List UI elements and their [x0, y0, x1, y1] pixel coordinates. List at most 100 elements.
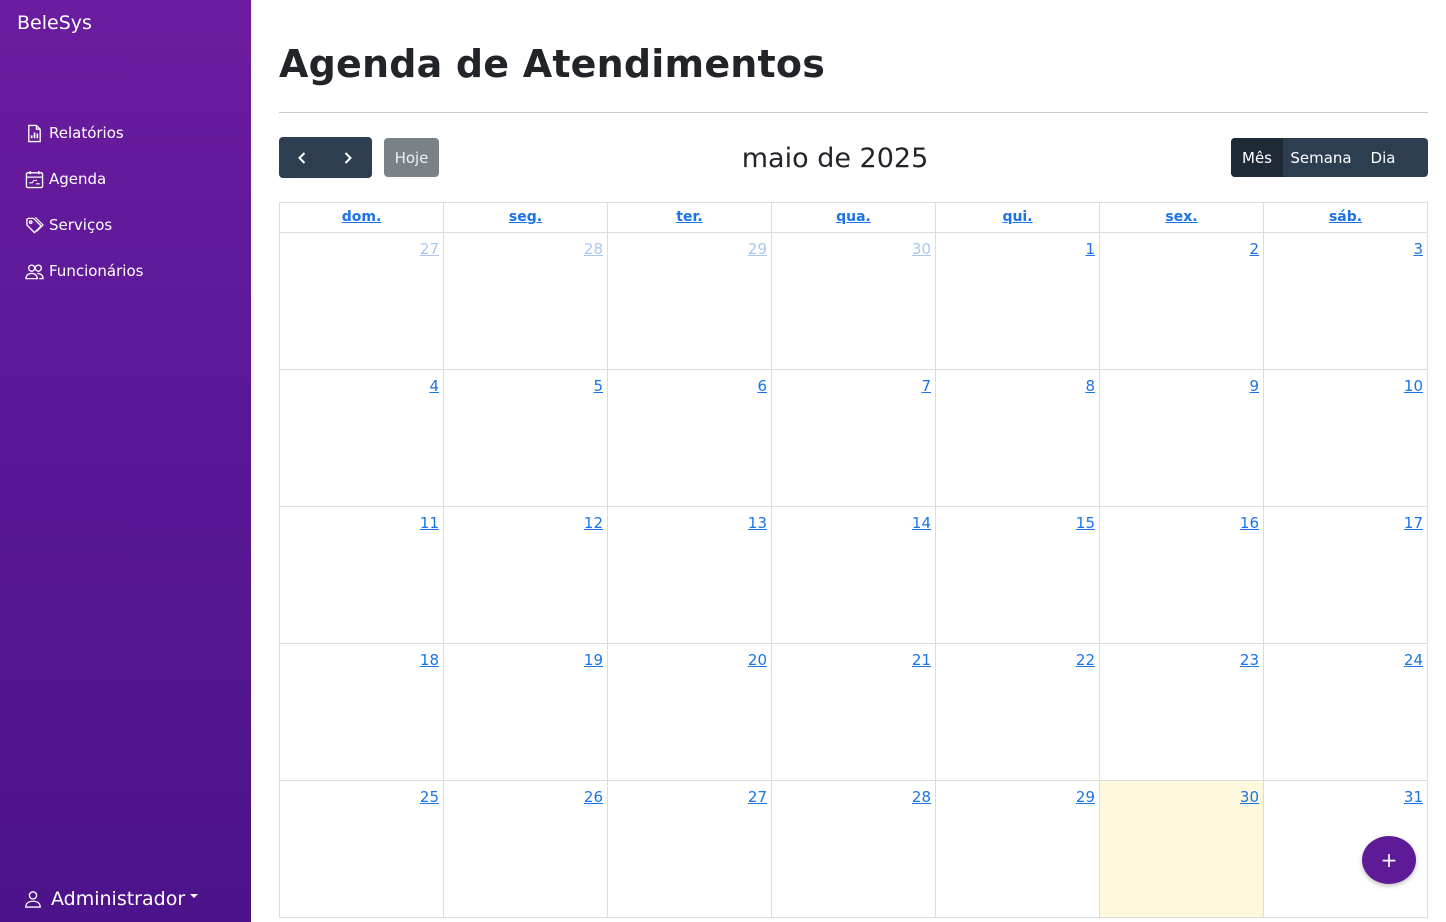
day-number-link[interactable]: 2 [1249, 240, 1259, 258]
day-number-link[interactable]: 19 [584, 651, 603, 669]
day-number-link[interactable]: 8 [1085, 377, 1095, 395]
calendar-day[interactable]: 6 [608, 370, 772, 507]
calendar-day[interactable]: 8 [936, 370, 1100, 507]
calendar-icon [25, 170, 44, 188]
day-number-link[interactable]: 26 [584, 788, 603, 806]
weekday-header[interactable]: seg. [444, 203, 608, 233]
day-number-link[interactable]: 14 [912, 514, 931, 532]
add-appointment-button[interactable]: + [1362, 836, 1416, 884]
day-number-link[interactable]: 18 [420, 651, 439, 669]
calendar-day[interactable]: 9 [1100, 370, 1264, 507]
calendar-day[interactable]: 27 [280, 233, 444, 370]
calendar-day[interactable]: 19 [444, 644, 608, 781]
view-day-button[interactable]: Dia [1359, 138, 1407, 177]
calendar-day[interactable]: 27 [608, 781, 772, 918]
sidebar-item-label: Serviços [49, 216, 113, 234]
calendar-day[interactable]: 26 [444, 781, 608, 918]
brand-logo[interactable]: BeleSys [17, 12, 92, 34]
day-number-link[interactable]: 20 [748, 651, 767, 669]
calendar-day[interactable]: 29 [608, 233, 772, 370]
calendar-day[interactable]: 23 [1100, 644, 1264, 781]
day-number-link[interactable]: 27 [420, 240, 439, 258]
view-week-button[interactable]: Semana [1283, 138, 1359, 177]
sidebar-item-servicos[interactable]: Serviços [0, 202, 251, 248]
weekday-header[interactable]: sáb. [1264, 203, 1428, 233]
sidebar-nav: Relatórios Agenda Serviços Funcionários [0, 110, 251, 294]
day-number-link[interactable]: 24 [1404, 651, 1423, 669]
day-number-link[interactable]: 28 [912, 788, 931, 806]
weekday-header-row: dom. seg. ter. qua. qui. sex. sáb. [280, 203, 1428, 233]
day-number-link[interactable]: 29 [1076, 788, 1095, 806]
report-icon [28, 124, 41, 142]
calendar-day[interactable]: 10 [1264, 370, 1428, 507]
calendar-week-row: 25 26 27 28 29 30 31 [280, 781, 1428, 918]
calendar-day[interactable]: 16 [1100, 507, 1264, 644]
day-number-link[interactable]: 30 [912, 240, 931, 258]
calendar-day[interactable]: 29 [936, 781, 1100, 918]
day-number-link[interactable]: 13 [748, 514, 767, 532]
calendar-day[interactable]: 1 [936, 233, 1100, 370]
calendar-day[interactable]: 28 [444, 233, 608, 370]
calendar-day[interactable]: 5 [444, 370, 608, 507]
calendar-day[interactable]: 13 [608, 507, 772, 644]
day-number-link[interactable]: 10 [1404, 377, 1423, 395]
day-number-link[interactable]: 4 [429, 377, 439, 395]
sidebar-item-agenda[interactable]: Agenda [0, 156, 251, 202]
day-number-link[interactable]: 6 [757, 377, 767, 395]
view-month-button[interactable]: Mês [1231, 138, 1283, 177]
calendar-week-row: 18 19 20 21 22 23 24 [280, 644, 1428, 781]
calendar-day[interactable]: 15 [936, 507, 1100, 644]
weekday-header[interactable]: qua. [772, 203, 936, 233]
day-number-link[interactable]: 28 [584, 240, 603, 258]
day-number-link[interactable]: 16 [1240, 514, 1259, 532]
calendar-day-today[interactable]: 30 [1100, 781, 1264, 918]
weekday-header[interactable]: sex. [1100, 203, 1264, 233]
sidebar-item-label: Relatórios [49, 124, 124, 142]
day-number-link[interactable]: 7 [921, 377, 931, 395]
calendar-title: maio de 2025 [741, 143, 929, 174]
sidebar-item-funcionarios[interactable]: Funcionários [0, 248, 251, 294]
view-switcher: Mês Semana Dia [1231, 138, 1428, 177]
sidebar-item-relatorios[interactable]: Relatórios [0, 110, 251, 156]
day-number-link[interactable]: 17 [1404, 514, 1423, 532]
day-number-link[interactable]: 21 [912, 651, 931, 669]
calendar-day[interactable]: 20 [608, 644, 772, 781]
calendar-day[interactable]: 21 [772, 644, 936, 781]
weekday-header[interactable]: dom. [280, 203, 444, 233]
day-number-link[interactable]: 15 [1076, 514, 1095, 532]
day-number-link[interactable]: 31 [1404, 788, 1423, 806]
weekday-header[interactable]: ter. [608, 203, 772, 233]
day-number-link[interactable]: 29 [748, 240, 767, 258]
calendar-day[interactable]: 17 [1264, 507, 1428, 644]
day-number-link[interactable]: 11 [420, 514, 439, 532]
weekday-header[interactable]: qui. [936, 203, 1100, 233]
calendar-day[interactable]: 4 [280, 370, 444, 507]
calendar-day[interactable]: 14 [772, 507, 936, 644]
calendar-day[interactable]: 7 [772, 370, 936, 507]
calendar-day[interactable]: 30 [772, 233, 936, 370]
calendar-week-row: 27 28 29 30 1 2 3 [280, 233, 1428, 370]
day-number-link[interactable]: 25 [420, 788, 439, 806]
day-number-link[interactable]: 22 [1076, 651, 1095, 669]
calendar-day[interactable]: 11 [280, 507, 444, 644]
day-number-link[interactable]: 9 [1249, 377, 1259, 395]
day-number-link[interactable]: 12 [584, 514, 603, 532]
tag-icon [26, 216, 44, 234]
calendar-day[interactable]: 25 [280, 781, 444, 918]
user-menu[interactable]: Administrador [24, 888, 199, 910]
calendar-day[interactable]: 12 [444, 507, 608, 644]
day-number-link[interactable]: 5 [593, 377, 603, 395]
calendar-day[interactable]: 2 [1100, 233, 1264, 370]
day-number-link[interactable]: 27 [748, 788, 767, 806]
calendar-day[interactable]: 18 [280, 644, 444, 781]
day-number-link[interactable]: 3 [1413, 240, 1423, 258]
person-icon [25, 891, 41, 908]
sidebar-item-label: Funcionários [49, 262, 144, 280]
calendar-day[interactable]: 3 [1264, 233, 1428, 370]
day-number-link[interactable]: 1 [1085, 240, 1095, 258]
day-number-link[interactable]: 23 [1240, 651, 1259, 669]
day-number-link[interactable]: 30 [1240, 788, 1259, 806]
calendar-day[interactable]: 24 [1264, 644, 1428, 781]
calendar-day[interactable]: 22 [936, 644, 1100, 781]
calendar-day[interactable]: 28 [772, 781, 936, 918]
